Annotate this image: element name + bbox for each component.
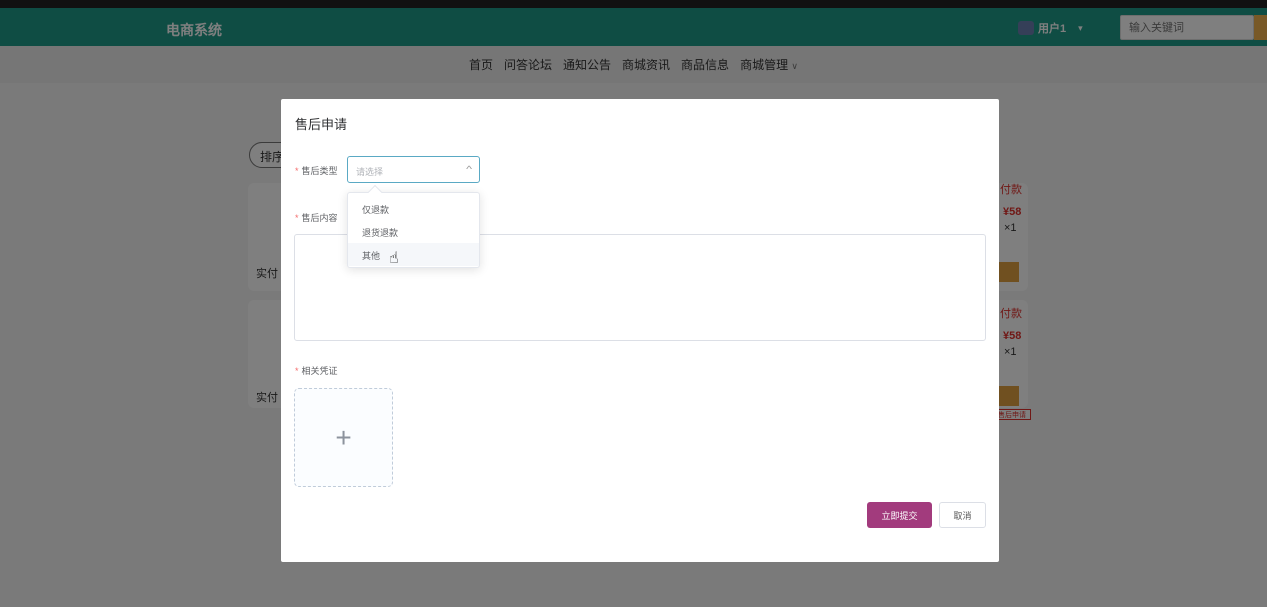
type-dropdown: 仅退款 退货退款 其他 (347, 184, 480, 268)
top-strip (0, 0, 1267, 8)
type-select-placeholder: 请选择 (356, 167, 384, 177)
option-refund-only[interactable]: 仅退款 (348, 197, 479, 220)
upload-box[interactable]: + (294, 388, 393, 487)
proof-label-text: 相关凭证 (301, 366, 338, 376)
dialog-title: 售后申请 (295, 117, 348, 132)
after-sale-dialog: 售后申请 * 售后类型 请选择 ^ * 售后内容 * 相关凭证 + 立即提交 取消 (281, 99, 999, 562)
option-return-refund[interactable]: 退货退款 (348, 220, 479, 243)
plus-icon: + (335, 421, 352, 453)
content-label: * 售后内容 (295, 213, 338, 223)
option-other[interactable]: 其他 (348, 243, 479, 266)
type-label: * 售后类型 (295, 166, 338, 176)
hand-cursor-icon: ☝ (389, 250, 399, 267)
proof-label: * 相关凭证 (295, 366, 338, 376)
cancel-button[interactable]: 取消 (939, 502, 986, 528)
content-label-text: 售后内容 (301, 213, 338, 223)
submit-button[interactable]: 立即提交 (867, 502, 932, 528)
chevron-up-icon: ^ (465, 164, 472, 174)
type-select[interactable]: 请选择 ^ (347, 156, 480, 183)
type-label-text: 售后类型 (301, 166, 338, 176)
